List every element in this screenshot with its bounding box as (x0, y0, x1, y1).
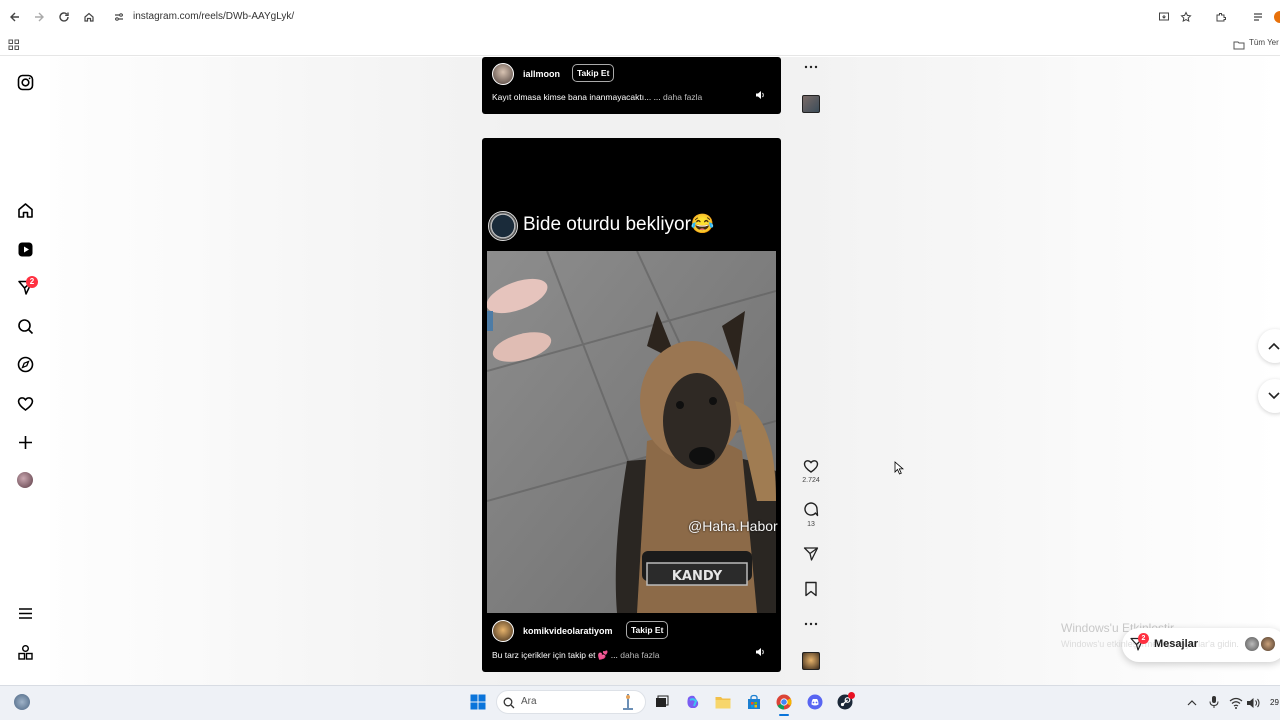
volume-icon[interactable] (754, 88, 766, 100)
messages-badge: 2 (26, 276, 38, 288)
wifi-icon[interactable] (1229, 696, 1243, 709)
reel-caption-text: Kayıt olmasa kimse bana inanmayacaktı...… (492, 92, 661, 102)
follow-button[interactable]: Takip Et (626, 621, 669, 639)
reel-caption[interactable]: Bu tarz içerikler için takip et 💕 ... da… (492, 650, 659, 661)
reel-user-avatar[interactable] (492, 620, 514, 642)
share-icon[interactable] (802, 544, 820, 562)
message-avatar (1260, 636, 1276, 652)
store-icon[interactable] (744, 692, 764, 712)
file-explorer-icon[interactable] (713, 692, 733, 712)
mouse-cursor (894, 461, 905, 475)
discord-icon[interactable] (805, 692, 825, 712)
profile-avatar-icon[interactable] (1274, 11, 1280, 23)
taskbar-clock: 29 (1270, 698, 1279, 707)
follow-button[interactable]: Takip Et (572, 64, 615, 82)
extensions-icon[interactable] (1213, 9, 1229, 25)
more-link[interactable]: daha fazla (620, 650, 659, 660)
windows-activation-subtitle: Windows'u etkinleştirmek için Ayarlar'a … (1061, 639, 1239, 649)
message-avatar (1244, 636, 1260, 652)
forward-icon[interactable] (31, 9, 47, 25)
reels-icon[interactable] (16, 240, 34, 258)
comment-count: 13 (807, 521, 815, 528)
menu-icon[interactable] (16, 604, 34, 622)
search-icon[interactable] (16, 317, 34, 335)
site-settings-icon[interactable] (111, 9, 127, 25)
chevron-up-icon (1268, 342, 1280, 350)
like-count: 2.724 (802, 477, 820, 484)
reload-icon[interactable] (56, 9, 72, 25)
notification-dot (848, 692, 855, 699)
also-from-meta-icon[interactable] (16, 643, 34, 661)
reel-username[interactable]: iallmoon (523, 69, 560, 79)
widgets-icon[interactable] (14, 694, 30, 710)
copilot-icon[interactable] (683, 692, 703, 712)
folder-icon[interactable] (1233, 38, 1245, 50)
bookmarks-bar (0, 34, 1280, 56)
reel-caption[interactable]: Kayıt olmasa kimse bana inanmayacaktı...… (492, 92, 702, 102)
notifications-icon[interactable] (16, 394, 34, 412)
save-icon[interactable] (802, 580, 820, 598)
start-icon[interactable] (468, 692, 488, 712)
microphone-icon[interactable] (1208, 695, 1220, 709)
reel-video[interactable]: KANDY (487, 251, 776, 613)
address-bar[interactable]: instagram.com/reels/DWb-AAYgLyk/ (133, 11, 294, 22)
chevron-up-icon[interactable] (1186, 696, 1198, 708)
more-options-icon[interactable] (802, 58, 820, 76)
bookmark-star-icon[interactable] (1178, 9, 1194, 25)
search-icon (503, 696, 515, 709)
vest-text: KANDY (672, 569, 723, 584)
browser-toolbar: instagram.com/reels/DWb-AAYgLyk/ (0, 0, 1280, 34)
instagram-logo-icon[interactable] (16, 73, 34, 91)
task-view-icon[interactable] (652, 692, 672, 712)
reel-card-previous[interactable] (482, 57, 781, 114)
apps-grid-icon[interactable] (8, 38, 20, 50)
volume-icon[interactable] (754, 645, 766, 657)
taskbar-search-placeholder: Ara (521, 696, 537, 707)
home-button-icon[interactable] (81, 9, 97, 25)
comment-icon[interactable] (802, 500, 820, 518)
more-link[interactable]: daha fazla (663, 92, 702, 102)
reel-caption-text: Bu tarz içerikler için takip et 💕 ... (492, 650, 618, 660)
profile-avatar[interactable] (17, 472, 33, 488)
reel-username[interactable]: komikvideolaratiyom (523, 626, 613, 636)
chrome-icon[interactable] (774, 692, 794, 712)
video-watermark: @Haha.Habor (688, 518, 778, 534)
audio-thumbnail[interactable] (802, 652, 820, 670)
search-highlight-icon (618, 692, 638, 712)
active-app-indicator (779, 714, 789, 716)
explore-icon[interactable] (16, 355, 34, 373)
reel-overlay-text: Bide oturdu bekliyor😂 (523, 214, 715, 235)
messages-badge: 2 (1138, 633, 1149, 644)
overlay-logo (488, 211, 518, 241)
audio-thumbnail[interactable] (802, 95, 820, 113)
home-icon[interactable] (16, 201, 34, 219)
reading-list-icon[interactable] (1250, 9, 1266, 25)
like-icon[interactable] (802, 456, 820, 474)
reel-user-avatar[interactable] (492, 63, 514, 85)
create-icon[interactable] (16, 433, 34, 451)
back-icon[interactable] (7, 9, 23, 25)
bookmarks-folder-label[interactable]: Tüm Yer (1249, 38, 1279, 47)
volume-icon[interactable] (1246, 696, 1260, 708)
more-options-icon[interactable] (802, 615, 820, 633)
install-app-icon[interactable] (1156, 9, 1172, 25)
messages-label: Mesajlar (1154, 638, 1199, 650)
chevron-down-icon (1268, 392, 1280, 400)
